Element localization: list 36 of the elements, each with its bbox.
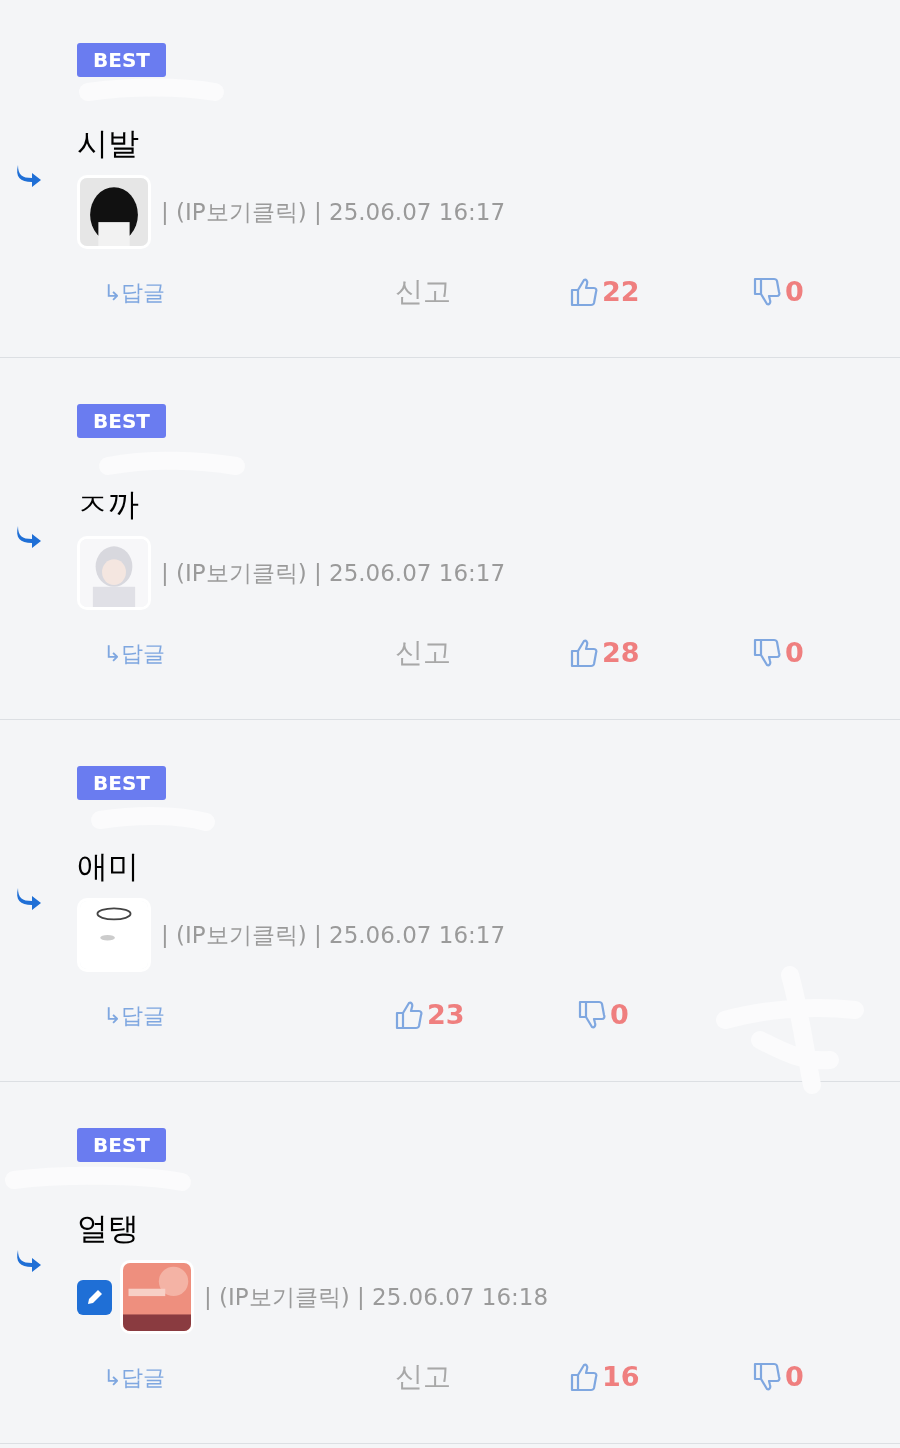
dislike-button[interactable]: 0 xyxy=(753,632,804,674)
report-button[interactable]: 신고 xyxy=(395,1356,570,1398)
report-button[interactable]: 신고 xyxy=(395,632,570,674)
thumbs-down-icon xyxy=(753,277,781,307)
dislike-button[interactable]: 0 xyxy=(753,1356,804,1398)
like-button[interactable]: 16 xyxy=(570,1356,753,1398)
comment-text: 애미 xyxy=(77,847,140,886)
like-button[interactable]: 22 xyxy=(570,271,753,313)
report-button[interactable]: 신고 xyxy=(395,271,570,313)
reply-link[interactable]: ↳답글 xyxy=(103,998,395,1032)
best-badge: BEST xyxy=(77,1128,166,1162)
thumbs-down-icon xyxy=(753,1362,781,1392)
comment-meta: | (IP보기클릭) | 25.06.07 16:18 xyxy=(204,1282,549,1312)
comment-meta: | (IP보기클릭) | 25.06.07 16:17 xyxy=(161,920,506,950)
thumbs-up-icon xyxy=(570,638,598,668)
edit-pencil-icon[interactable] xyxy=(77,1279,112,1315)
thumbs-up-icon xyxy=(570,277,598,307)
thumbs-up-icon xyxy=(395,1000,423,1030)
thumbs-up-icon xyxy=(570,1362,598,1392)
reply-link[interactable]: ↳답글 xyxy=(103,636,395,670)
comment-text: 시발 xyxy=(77,124,140,163)
best-badge: BEST xyxy=(77,43,166,77)
dislike-button[interactable]: 0 xyxy=(753,271,804,313)
reply-link[interactable]: ↳답글 xyxy=(103,1360,395,1394)
like-button[interactable]: 28 xyxy=(570,632,753,674)
reply-link[interactable]: ↳답글 xyxy=(103,275,395,309)
comment-meta: | (IP보기클릭) | 25.06.07 16:17 xyxy=(161,197,506,227)
comment-text: 얼탱 xyxy=(77,1209,140,1248)
thumbs-down-icon xyxy=(753,638,781,668)
comment-meta: | (IP보기클릭) | 25.06.07 16:17 xyxy=(161,558,506,588)
best-badge: BEST xyxy=(77,404,166,438)
dislike-button[interactable]: 0 xyxy=(578,994,629,1036)
like-button[interactable]: 23 xyxy=(395,994,578,1036)
best-badge: BEST xyxy=(77,766,166,800)
comment-text: ㅈ까 xyxy=(77,485,140,524)
thumbs-down-icon xyxy=(578,1000,606,1030)
